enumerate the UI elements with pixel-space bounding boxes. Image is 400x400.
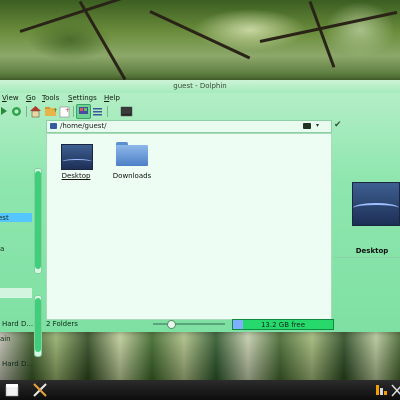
chevron-down-icon[interactable]: ▾ <box>316 122 319 129</box>
clear-location-icon[interactable] <box>303 123 311 129</box>
free-space-text: 13.2 GB free <box>260 321 306 329</box>
devices-header <box>0 288 32 298</box>
free-space-bar: 13.2 GB free <box>232 319 334 330</box>
zoom-slider-handle[interactable] <box>166 320 176 329</box>
terminal-icon[interactable] <box>120 105 133 118</box>
places-panel: est a lain Hard D... ⌄ <box>0 120 42 368</box>
window-titlebar[interactable]: guest - Dolphin <box>0 80 400 93</box>
menu-view[interactable]: View <box>2 94 19 102</box>
info-item-name: Desktop <box>355 247 389 255</box>
file-manager-window: guest - Dolphin View Go Tools Settings H… <box>0 80 400 368</box>
toolbar-separator <box>73 106 74 117</box>
toolbar-separator <box>26 106 27 117</box>
back-icon[interactable] <box>0 105 9 118</box>
menu-help[interactable]: Help <box>104 94 120 102</box>
scrollbar-thumb[interactable] <box>35 171 41 269</box>
tools-icon[interactable] <box>32 382 48 398</box>
svg-text:+: + <box>65 107 70 114</box>
app-launcher-icon[interactable] <box>374 382 390 398</box>
toolbar-separator <box>107 106 108 117</box>
places-item-hard-drive[interactable]: Hard D... <box>2 360 33 368</box>
svg-text:+: + <box>53 107 57 114</box>
new-file-icon[interactable]: + <box>58 105 71 118</box>
preview-thumbnail <box>352 182 400 226</box>
places-scrollbar[interactable] <box>34 168 42 274</box>
taskbar <box>0 380 400 400</box>
file-item-downloads[interactable]: Downloads <box>107 142 157 180</box>
menu-settings[interactable]: Settings <box>68 94 97 102</box>
zoom-slider[interactable] <box>153 323 225 325</box>
menu-tools[interactable]: Tools <box>42 94 59 102</box>
places-item-network[interactable]: a <box>0 245 4 253</box>
folder-icon <box>116 142 148 168</box>
places-item-guest[interactable]: est <box>0 214 9 222</box>
folder-icon <box>50 123 57 129</box>
divider <box>334 257 400 258</box>
information-panel: Desktop <box>334 120 400 320</box>
wallpaper-shade <box>0 328 400 380</box>
icon-view-icon[interactable] <box>76 104 91 119</box>
main-toolbar: + + <box>0 104 400 120</box>
menu-go[interactable]: Go <box>26 94 36 102</box>
location-path[interactable]: /home/guest/ <box>60 122 107 130</box>
reload-icon[interactable] <box>10 105 23 118</box>
location-bar[interactable]: /home/guest/ ▾ <box>46 120 332 133</box>
wallpaper-trees <box>0 0 400 80</box>
file-label: Desktop <box>61 172 91 180</box>
file-item-desktop[interactable]: Desktop <box>51 144 101 180</box>
status-item-count: 2 Folders <box>46 320 78 328</box>
clipboard-icon[interactable] <box>390 382 400 398</box>
status-bar: Hard D... 2 Folders 13.2 GB free <box>0 318 400 330</box>
status-hard-drive-label: Hard D... <box>2 320 34 328</box>
menu-bar: View Go Tools Settings Help <box>0 93 400 103</box>
details-view-icon[interactable] <box>91 105 104 118</box>
places-item-plain[interactable]: lain <box>0 335 11 343</box>
desktop-thumb-icon <box>61 144 93 170</box>
home-icon[interactable] <box>29 105 42 118</box>
file-label: Downloads <box>112 172 152 180</box>
new-window-icon[interactable] <box>4 382 20 398</box>
window-title: guest - Dolphin <box>173 82 227 90</box>
file-view[interactable]: Desktop Downloads <box>46 133 332 320</box>
new-folder-icon[interactable]: + <box>44 105 58 118</box>
